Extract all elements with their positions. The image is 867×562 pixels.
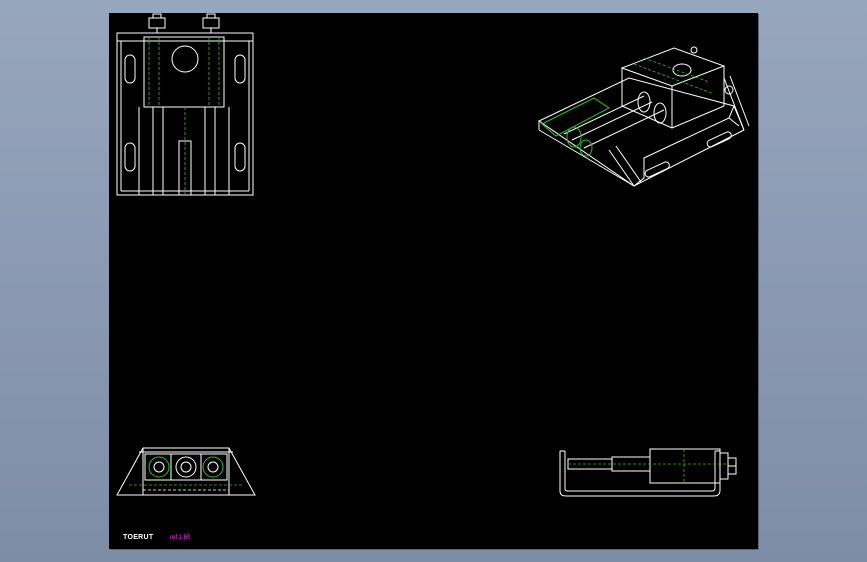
- isometric-view: [538, 46, 750, 187]
- front-view: [116, 13, 254, 196]
- title-label: TOERUT: [123, 534, 154, 541]
- drawing-sheet[interactable]: TOERUT ref 1:50: [109, 13, 758, 549]
- app-window: { "drawing": { "sheet_background": "#000…: [0, 0, 867, 562]
- scale-label: ref 1:50: [170, 535, 191, 541]
- side-view: [116, 447, 256, 496]
- plan-view: [559, 448, 737, 497]
